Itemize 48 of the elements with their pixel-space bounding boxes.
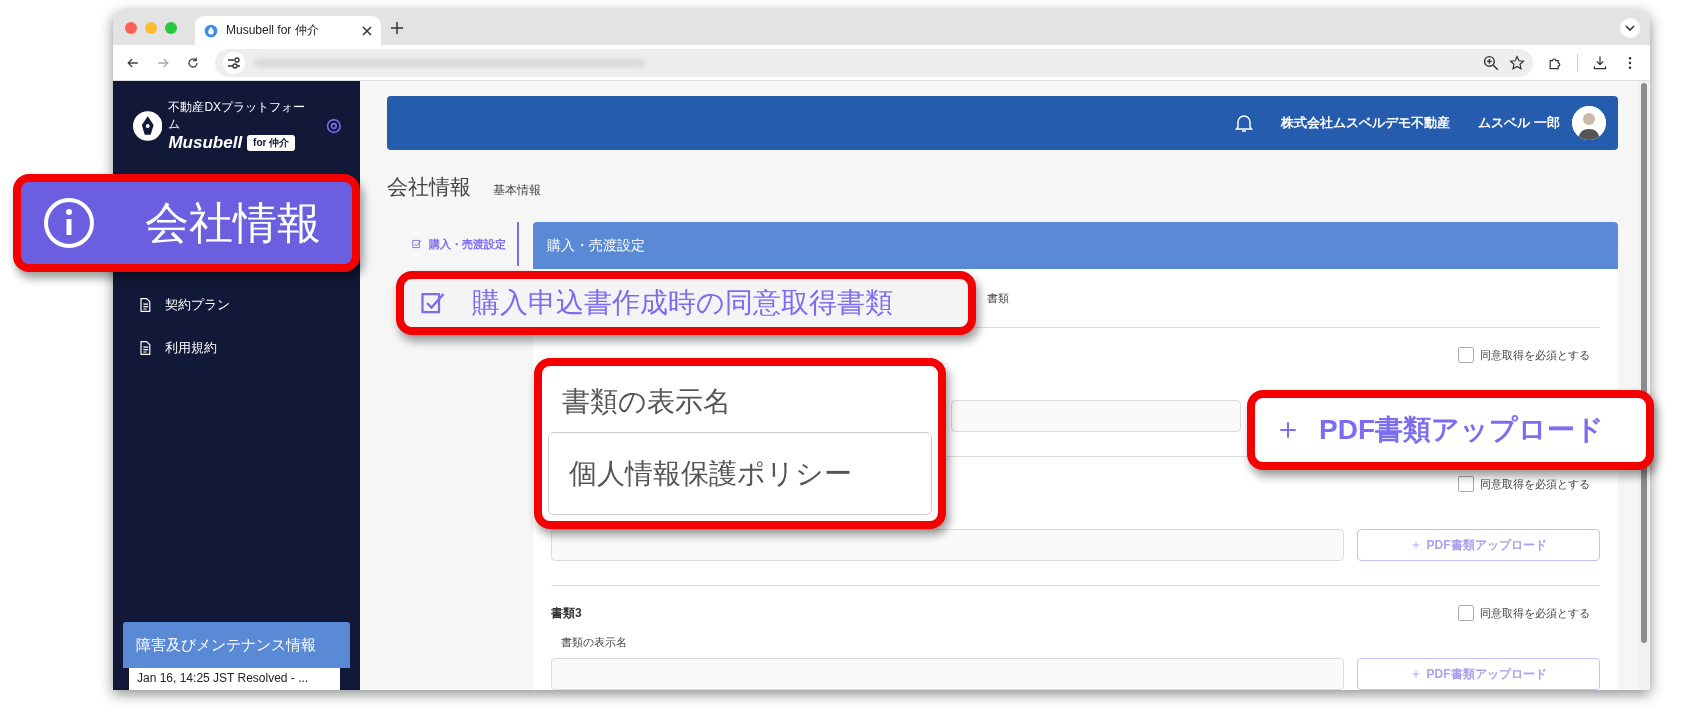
upload-button-callout: PDF書類アップロード [1247, 390, 1654, 470]
page-title: 会社情報 [387, 174, 471, 200]
page-subtitle: 基本情報 [493, 182, 541, 199]
zoom-icon[interactable] [1483, 54, 1499, 71]
star-icon[interactable] [1509, 54, 1525, 71]
input-field[interactable] [551, 529, 1344, 561]
target-icon[interactable] [326, 118, 342, 134]
logo-tagline: 不動産DXプラットフォーム [168, 99, 307, 133]
nav-item-callout: 会社情報 [13, 174, 360, 272]
browser-tab[interactable]: Musubell for 仲介 [195, 16, 381, 45]
logo-wordmark: Musubell [168, 133, 243, 153]
input-field[interactable] [551, 658, 1344, 690]
user-name[interactable]: ムスベル 一郎 [1478, 114, 1560, 132]
document-label: 書類3 [551, 604, 582, 622]
avatar[interactable] [1572, 106, 1606, 140]
plus-icon [1410, 669, 1421, 679]
new-tab-icon[interactable] [391, 21, 403, 34]
input-field[interactable] [951, 400, 1241, 432]
plus-icon [1410, 540, 1421, 550]
field-label: 書類の表示名 [561, 634, 627, 650]
sidebar-item[interactable]: 契約プラン [137, 293, 360, 317]
reload-icon [185, 54, 201, 71]
download-icon[interactable] [1592, 54, 1608, 71]
status-entry[interactable]: Jan 16, 14:25 JST Resolved - ... [129, 668, 340, 690]
input-field[interactable]: 個人情報保護ポリシー [548, 432, 932, 515]
section-heading: 書類 [987, 290, 1009, 306]
consent-checkbox[interactable]: 同意取得を必須とする [1458, 347, 1590, 363]
close-icon[interactable] [362, 25, 372, 36]
tab-list-icon[interactable] [1620, 17, 1640, 38]
consent-checkbox[interactable]: 同意取得を必須とする [1458, 605, 1590, 621]
sidebar-item[interactable]: 利用規約 [137, 336, 360, 360]
drop-icon [204, 23, 218, 38]
document-icon [137, 297, 153, 313]
company-name: 株式会社ムスベルデモ不動産 [1281, 114, 1451, 132]
plus-icon [1277, 419, 1299, 441]
checkbox-icon [411, 238, 423, 250]
site-settings-icon[interactable] [223, 51, 245, 74]
logo-badge: for 仲介 [247, 135, 296, 151]
field-callout: 書類の表示名 個人情報保護ポリシー [534, 358, 946, 529]
card-title: 購入・売渡設定 [533, 222, 1618, 269]
consent-checkbox[interactable]: 同意取得を必須とする [1458, 476, 1590, 492]
bell-icon[interactable] [1235, 113, 1254, 133]
document-icon [137, 340, 153, 356]
settings-tab[interactable]: 購入・売渡設定 [400, 228, 517, 260]
status-panel-header: 障害及びメンテナンス情報 [123, 622, 350, 668]
pen-nib-logo-icon [133, 111, 163, 141]
heading-callout: 購入申込書作成時の同意取得書類 [396, 271, 976, 335]
info-icon [43, 197, 95, 249]
